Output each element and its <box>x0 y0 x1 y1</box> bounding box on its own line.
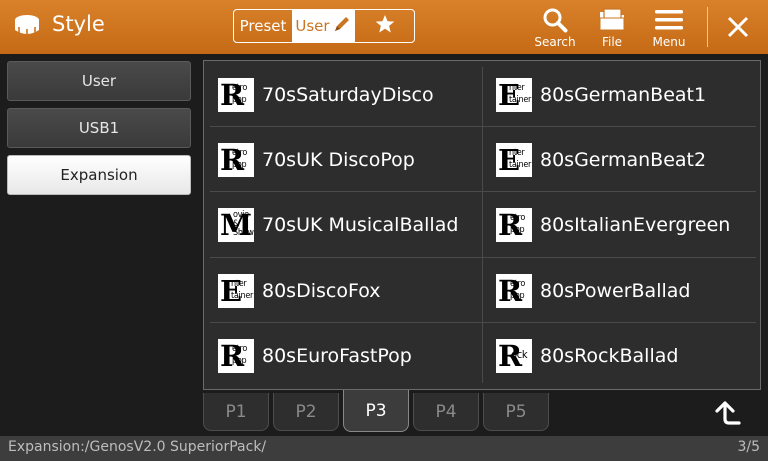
page-tab-p2[interactable]: P2 <box>273 393 339 431</box>
preset-tab[interactable]: Preset <box>234 10 293 42</box>
style-item-80sdiscofox[interactable]: E nter tainer 80sDiscoFox <box>218 259 496 323</box>
page-tab-label: P3 <box>365 400 387 421</box>
page-tab-p1[interactable]: P1 <box>203 393 269 431</box>
close-icon <box>724 16 752 45</box>
sidebar-item-label: USB1 <box>78 119 120 137</box>
status-bar: Expansion:/GenosV2.0 SuperiorPack/ 3/5 <box>0 436 768 461</box>
style-name: 80sDiscoFox <box>262 280 381 302</box>
search-label: Search <box>534 35 576 49</box>
page-tab-label: P4 <box>435 401 457 422</box>
style-item-70ssaturdaydisco[interactable]: R etro pop 70sSaturdayDisco <box>218 63 496 127</box>
style-name: 80sPowerBallad <box>540 280 691 302</box>
style-list: R etro pop 70sSaturdayDisco R etro pop 7… <box>203 60 761 390</box>
sidebar-item-usb1[interactable]: USB1 <box>7 108 191 148</box>
style-item-70suk-discopop[interactable]: R etro pop 70sUK DiscoPop <box>218 128 496 192</box>
style-drum-icon <box>13 14 41 42</box>
retro-pop-category-icon: R etro pop <box>218 78 254 112</box>
movie-show-category-icon: M ovie & Show <box>218 208 254 242</box>
style-item-80srockballad[interactable]: R ock 80sRockBallad <box>496 324 768 388</box>
style-item-80sitalianevergreen[interactable]: R etro pop 80sItalianEvergreen <box>496 193 768 257</box>
favorite-tab[interactable] <box>355 10 414 42</box>
style-name: 80sGermanBeat2 <box>540 149 707 171</box>
header-divider <box>707 7 708 47</box>
rock-category-icon: R ock <box>496 339 532 373</box>
page-tab-label: P2 <box>295 401 317 422</box>
page-tab-label: P5 <box>505 401 527 422</box>
entertainer-category-icon: E nter tainer <box>496 78 532 112</box>
close-button[interactable] <box>724 13 752 41</box>
search-icon <box>542 6 568 34</box>
sidebar-item-expansion[interactable]: Expansion <box>7 155 191 195</box>
bank-selector: Preset User <box>233 9 415 43</box>
menu-label: Menu <box>652 35 686 49</box>
style-item-80seurofastpop[interactable]: R etro pop 80sEuroFastPop <box>218 324 496 388</box>
page-tab-p4[interactable]: P4 <box>413 393 479 431</box>
favorite-star-icon <box>375 14 395 38</box>
file-label: File <box>601 35 623 49</box>
up-level-icon <box>711 401 741 431</box>
folder-icon <box>597 6 627 34</box>
style-item-80spowerballad[interactable]: R etro pop 80sPowerBallad <box>496 259 768 323</box>
sidebar-item-label: User <box>81 72 117 90</box>
sidebar-item-label: Expansion <box>60 166 138 184</box>
page-tab-p5[interactable]: P5 <box>483 393 549 431</box>
row-divider <box>210 257 756 258</box>
user-tab[interactable]: User <box>293 10 355 42</box>
page-tab-p3[interactable]: P3 <box>343 390 409 432</box>
menu-icon <box>655 6 683 34</box>
retro-pop-category-icon: R etro pop <box>218 339 254 373</box>
style-name: 80sItalianEvergreen <box>540 214 731 236</box>
style-name: 80sEuroFastPop <box>262 345 412 367</box>
entertainer-category-icon: E nter tainer <box>496 143 532 177</box>
file-button[interactable]: File <box>584 6 640 52</box>
sidebar-item-user[interactable]: User <box>7 61 191 101</box>
user-tab-label: User <box>295 17 330 35</box>
style-name: 80sGermanBeat1 <box>540 84 707 106</box>
retro-pop-category-icon: R etro pop <box>496 208 532 242</box>
style-item-70suk-musicalballad[interactable]: M ovie & Show 70sUK MusicalBallad <box>218 193 496 257</box>
style-name: 70sUK MusicalBallad <box>262 214 459 236</box>
retro-pop-category-icon: R etro pop <box>218 143 254 177</box>
style-item-80sgermanbeat2[interactable]: E nter tainer 80sGermanBeat2 <box>496 128 768 192</box>
retro-pop-category-icon: R etro pop <box>496 274 532 308</box>
title-bar: Style Preset User Search File Menu <box>0 0 768 54</box>
entertainer-category-icon: E nter tainer <box>218 274 254 308</box>
up-level-button[interactable] <box>711 399 741 427</box>
page-tab-label: P1 <box>225 401 247 422</box>
style-name: 80sRockBallad <box>540 345 679 367</box>
current-path: Expansion:/GenosV2.0 SuperiorPack/ <box>8 439 267 455</box>
search-button[interactable]: Search <box>527 6 583 52</box>
page-indicator: 3/5 <box>737 439 760 455</box>
style-name: 70sSaturdayDisco <box>262 84 434 106</box>
menu-button[interactable]: Menu <box>641 6 697 52</box>
page-title: Style <box>52 12 105 36</box>
preset-tab-label: Preset <box>239 17 287 35</box>
style-item-80sgermanbeat1[interactable]: E nter tainer 80sGermanBeat1 <box>496 63 768 127</box>
pencil-icon <box>330 14 352 38</box>
style-name: 70sUK DiscoPop <box>262 149 415 171</box>
